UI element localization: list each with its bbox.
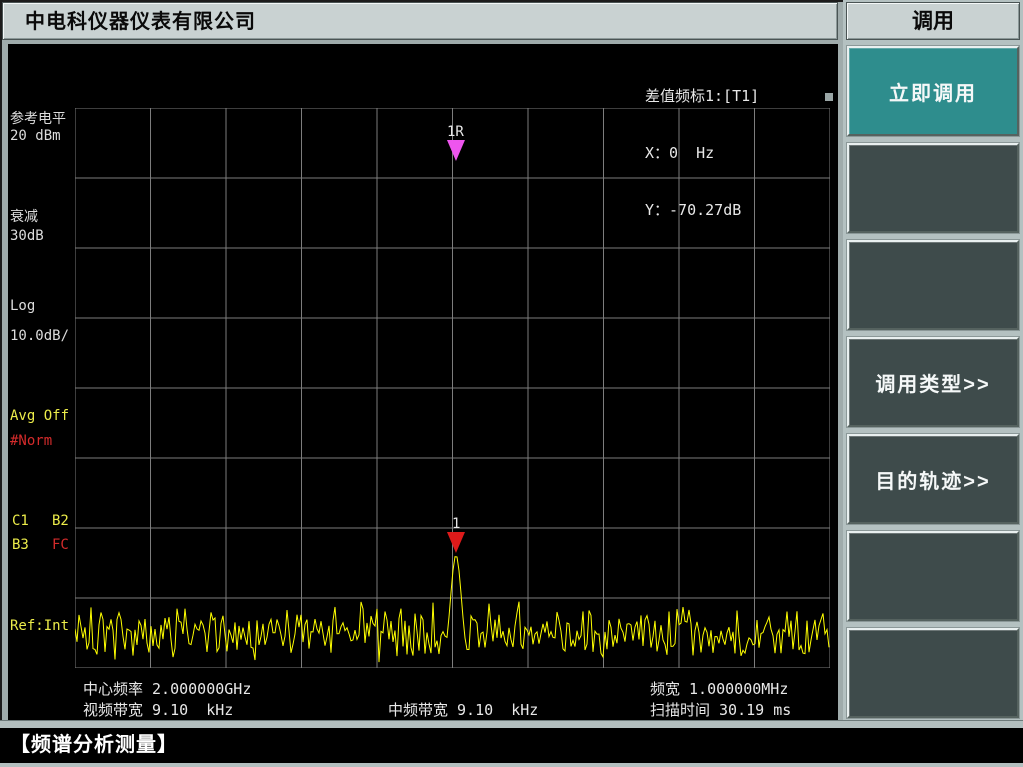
status-bar: 【频谱分析测量】 (0, 728, 1023, 763)
softkey-label: 调用类型>> (875, 368, 990, 397)
softkey-5-目的轨迹[interactable]: 目的轨迹>> (847, 434, 1019, 524)
softkey-3-empty[interactable] (847, 240, 1019, 330)
company-title: 中电科仪器仪表有限公司 (25, 11, 256, 33)
softkey-panel: 调用 立即调用调用类型>> 目的轨迹>> (843, 0, 1023, 722)
mouse-cursor (825, 93, 833, 101)
setting-label: FC (52, 537, 69, 553)
softkey-4-调用类型[interactable]: 调用类型>> (847, 337, 1019, 427)
softkey-2-empty[interactable] (847, 143, 1019, 233)
setting-label: 参考电平 (10, 108, 66, 128)
center-freq-readout: 中心频率 2.000000GHz (83, 678, 251, 699)
marker-1-label: 1 (452, 516, 460, 532)
setting-label: B3 (12, 537, 29, 553)
softkey-6-empty[interactable] (847, 531, 1019, 621)
setting-label: 衰减 (10, 206, 38, 226)
menu-title: 调用 (912, 10, 954, 33)
setting-label: C1 (12, 513, 29, 529)
setting-label: B2 (52, 513, 69, 529)
span-readout: 频宽 1.000000MHz (650, 678, 788, 699)
delta-marker-title: 差值频标1:[T1] (645, 87, 759, 106)
spectrum-chart: 1R 1 (75, 108, 830, 668)
vbw-readout: 视频带宽 9.10 kHz (83, 699, 233, 720)
marker-1R-icon (447, 140, 465, 161)
menu-header: 调用 (846, 2, 1020, 40)
setting-label: 30dB (10, 228, 44, 244)
setting-label: Log (10, 298, 35, 314)
marker-1-icon (447, 532, 465, 553)
marker-1R-label: 1R (447, 124, 464, 140)
setting-label: 20 dBm (10, 128, 61, 144)
softkey-label: 立即调用 (889, 77, 977, 106)
ifbw-readout: 中频带宽 9.10 kHz (388, 699, 538, 720)
setting-label: 10.0dB/ (10, 328, 69, 344)
setting-label: Avg Off (10, 408, 69, 424)
softkey-1-立即调用[interactable]: 立即调用 (847, 46, 1019, 136)
setting-label: Ref:Int (10, 618, 69, 634)
setting-label: #Norm (10, 433, 52, 449)
mode-label: 【频谱分析测量】 (10, 734, 178, 756)
title-bar: 中电科仪器仪表有限公司 (2, 2, 838, 40)
softkey-label: 目的轨迹>> (875, 465, 990, 494)
spectrum-display: 差值频标1:[T1] X：0 Hz Y：-70.27dB 参考电平20 dBm衰… (8, 44, 838, 720)
softkey-7-empty[interactable] (847, 628, 1019, 718)
sweep-time-readout: 扫描时间 30.19 ms (650, 699, 791, 720)
bottom-edge (0, 763, 1023, 767)
